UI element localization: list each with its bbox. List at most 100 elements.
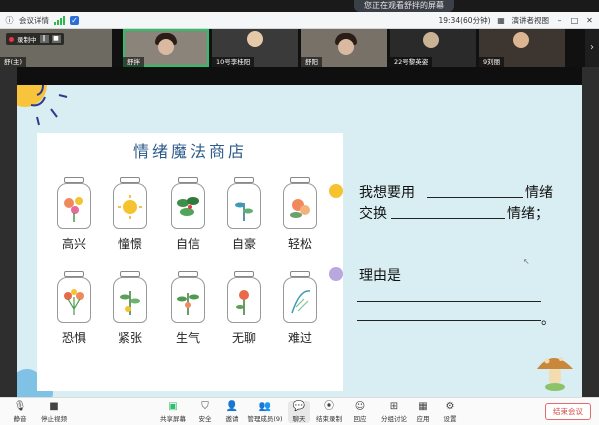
slide-top-margin [17, 67, 582, 85]
jar-relaxed [283, 177, 317, 229]
maximize-icon[interactable]: □ [570, 16, 579, 25]
stop-icon[interactable]: ■ [51, 35, 61, 43]
emotion-label: 自信 [175, 237, 200, 251]
screen-share-notice: 您正在观看舒拌的屏幕 [354, 0, 454, 12]
herb-icon [177, 293, 199, 315]
participant-tile[interactable]: 录制中 ‖ ■ 舒(主) [0, 29, 112, 67]
record-icon: ⦿ [324, 401, 334, 412]
participant-name: 舒拌 [123, 57, 144, 67]
breakout-rooms-button[interactable]: ⊞ 分组讨论 [376, 401, 412, 423]
stop-recording-button[interactable]: ⦿ 结束录制 [312, 401, 346, 423]
participant-tile[interactable]: 舒阳 [301, 29, 387, 67]
jar-angry [171, 271, 205, 323]
emotion-label: 恐惧 [61, 331, 86, 345]
question-text: 我想要用 [359, 185, 415, 201]
question-text: 理由是 [359, 268, 401, 284]
participant-strip: 录制中 ‖ ■ 舒(主) 舒拌 10号李桂阳 舒阳 22号黎英姿 9刘丽 › [0, 29, 599, 67]
microphone-icon: 🎙 [13, 401, 27, 412]
manage-members-button[interactable]: 👥 管理成员(9) [244, 401, 286, 423]
bouquet-icon [64, 289, 84, 315]
shared-screen-slide: 情绪魔法商店 高兴 憧憬 自信 自豪 轻松 恐惧 紧张 生气 无聊 难过 我想要… [17, 85, 582, 397]
recording-indicator[interactable]: 录制中 ‖ ■ [6, 33, 64, 45]
mute-button[interactable]: 🎙 静音 [2, 401, 38, 423]
emotion-label: 无聊 [231, 331, 256, 345]
invite-button[interactable]: 👤 邀请 [217, 401, 247, 423]
minimize-icon[interactable]: – [555, 16, 564, 25]
blank-line [391, 218, 505, 219]
share-screen-button[interactable]: ▣ 共享屏幕 [153, 401, 193, 423]
slide-title: 情绪魔法商店 [132, 142, 247, 161]
jar-sad [283, 271, 317, 323]
flowers-icon [64, 197, 83, 222]
participant-name: 9刘丽 [479, 57, 505, 67]
members-icon: 👥 [258, 401, 272, 412]
feather-icon [291, 290, 311, 314]
emoji-icon: ☺ [354, 401, 366, 412]
blank-line [357, 320, 541, 321]
mouse-cursor-icon: ↖ [523, 257, 530, 266]
jar-happy [57, 177, 91, 229]
blank-line [427, 197, 523, 198]
invite-icon: 👤 [225, 401, 239, 412]
jar-proud [227, 177, 261, 229]
jar-nervous [113, 271, 147, 323]
grid-view-icon[interactable]: ▦ [497, 16, 506, 25]
emotion-label: 紧张 [117, 331, 142, 345]
right-panel [582, 67, 599, 397]
emotion-label: 憧憬 [117, 237, 142, 251]
blank-line [357, 301, 541, 302]
emotion-label: 高兴 [61, 237, 86, 251]
camera-icon: ■ [49, 401, 59, 412]
participant-tile[interactable]: 22号黎英姿 [390, 29, 476, 67]
pause-icon[interactable]: ‖ [39, 35, 49, 43]
view-mode-dropdown[interactable]: 演讲者视图 [512, 15, 550, 26]
end-meeting-button[interactable]: 结束会议 [545, 403, 591, 420]
security-button[interactable]: ⛉ 安全 [190, 401, 220, 423]
meeting-details-link[interactable]: 会议详情 [19, 15, 49, 26]
reactions-button[interactable]: ☺ 回应 [347, 401, 373, 423]
info-icon[interactable]: ⓘ [5, 16, 14, 25]
apps-button[interactable]: ▦ 应用 [412, 401, 434, 423]
breakout-icon: ⊞ [389, 401, 399, 412]
signal-icon [54, 16, 65, 25]
participant-tile-active[interactable]: 舒拌 [123, 29, 209, 67]
sun-decoration [17, 85, 68, 126]
leaves-icon [177, 197, 199, 216]
emotion-shop-card: 情绪魔法商店 高兴 憧憬 自信 自豪 轻松 恐惧 紧张 生气 无聊 难过 [37, 133, 343, 391]
question-text: 情绪 [525, 185, 553, 201]
emotion-label: 自豪 [231, 237, 256, 251]
participant-tile[interactable]: 10号李桂阳 [212, 29, 298, 67]
settings-button[interactable]: ⚙ 设置 [438, 401, 462, 423]
tulip-icon [236, 290, 249, 315]
next-page-chevron-icon[interactable]: › [585, 29, 599, 67]
question-text: 。 [541, 312, 555, 328]
jar-longing [113, 177, 147, 229]
emotion-label: 生气 [175, 331, 200, 345]
shield-icon: ⛉ [201, 401, 209, 412]
meeting-toolbar: 🎙 静音 ■ 停止视频 ▣ 共享屏幕 ⛉ 安全 👤 邀请 👥 管理成员(9) 💬 聊天 ⦿ 结束… [0, 397, 599, 425]
share-screen-icon: ▣ [168, 401, 178, 412]
participant-name: 舒(主) [0, 57, 27, 67]
stop-video-button[interactable]: ■ 停止视频 [36, 401, 72, 423]
left-panel: ≡ [0, 67, 17, 420]
emotion-label: 轻松 [287, 237, 312, 251]
participant-name: 10号李桂阳 [212, 57, 255, 67]
participant-tile[interactable]: 9刘丽 [479, 29, 565, 67]
bullet-purple [329, 267, 343, 281]
jar-confident [171, 177, 205, 229]
participant-name: 舒阳 [301, 57, 322, 67]
participant-name: 22号黎英姿 [390, 57, 433, 67]
mushroom-logo [537, 357, 573, 391]
question-text: 情绪； [507, 206, 549, 222]
branch-icon [120, 291, 140, 315]
shield-icon[interactable]: ✓ [70, 16, 79, 25]
meeting-timer: 19:34(60分钟) [438, 16, 491, 25]
emotion-label: 难过 [287, 331, 312, 345]
chat-button[interactable]: 💬 聊天 [288, 401, 310, 423]
close-icon[interactable]: ✕ [585, 16, 594, 25]
sun-icon [118, 195, 142, 219]
chat-icon: 💬 [292, 401, 306, 412]
jar-fear [57, 271, 91, 323]
settings-icon: ⚙ [445, 401, 455, 412]
record-dot-icon [9, 36, 14, 42]
